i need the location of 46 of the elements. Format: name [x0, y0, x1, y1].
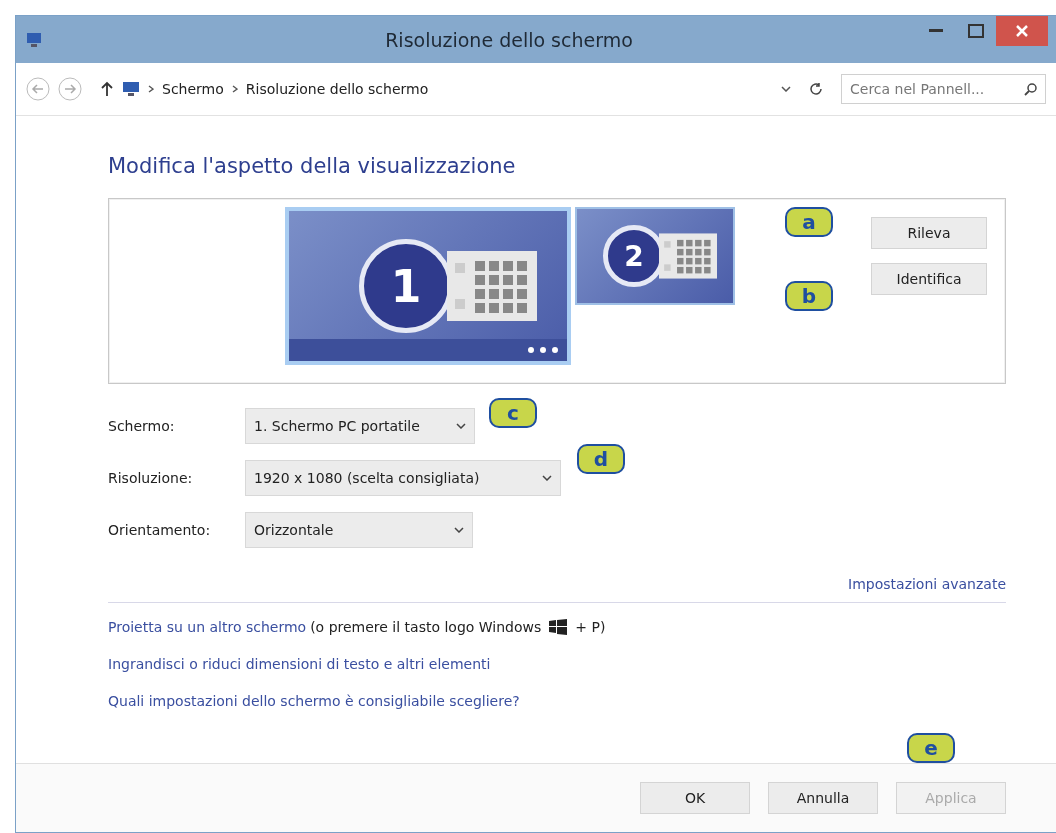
help-link[interactable]: Ingrandisci o riduci dimensioni di testo e altri elementi — [108, 656, 1006, 672]
advanced-settings-link[interactable]: Impostazioni avanzate — [848, 576, 1006, 592]
close-button[interactable] — [996, 16, 1048, 46]
dropdown[interactable]: Orizzontale — [245, 512, 473, 548]
grid-icon — [659, 233, 717, 279]
dropdown[interactable]: 1920 x 1080 (scelta consigliata) — [245, 460, 561, 496]
minimize-icon[interactable] — [929, 29, 943, 33]
dropdown[interactable]: 1. Schermo PC portatile — [245, 408, 475, 444]
callout-badge: b — [785, 281, 833, 311]
button[interactable]: Rileva — [871, 217, 987, 249]
monitor[interactable]: 1 — [285, 207, 571, 365]
shortcut-note: + P) — [575, 619, 606, 635]
chevron-right-icon — [231, 85, 238, 93]
grid-icon — [447, 251, 537, 321]
page-heading: Modifica l'aspetto della visualizzazione — [108, 154, 517, 178]
maximize-icon[interactable] — [968, 24, 984, 38]
chevron-down-icon — [542, 475, 552, 481]
callout-badge: e — [907, 733, 955, 763]
callout-badge: a — [785, 207, 833, 237]
search-icon — [1024, 82, 1038, 96]
button[interactable]: Identifica — [871, 263, 987, 295]
chevron-down-icon — [456, 423, 466, 429]
field-label: Schermo: — [108, 418, 175, 434]
help-link[interactable]: Quali impostazioni dello schermo è consigliabile scegliere? — [108, 693, 1006, 709]
monitor-icon — [122, 81, 140, 97]
button[interactable]: OK — [640, 782, 750, 814]
chevron-down-icon[interactable] — [781, 86, 791, 92]
monitor-icon — [26, 31, 42, 48]
windows-logo-icon — [549, 619, 568, 635]
search-field[interactable]: Cerca nel Pannell... — [841, 74, 1046, 104]
button[interactable]: Annulla — [768, 782, 878, 814]
project-link[interactable]: Proietta su un altro schermo — [108, 619, 307, 635]
shortcut-note: (o premere il tasto logo Windows — [310, 619, 542, 635]
close-icon — [1016, 25, 1028, 37]
field-label: Risoluzione: — [108, 470, 193, 486]
callout-badge: d — [577, 444, 625, 474]
callout-badge: c — [489, 398, 537, 428]
separator-icon — [148, 85, 154, 93]
refresh-icon[interactable] — [809, 82, 823, 96]
up-arrow-icon[interactable] — [100, 81, 114, 97]
breadcrumb-item[interactable]: Risoluzione dello schermo — [245, 81, 429, 97]
monitor[interactable]: 2 — [575, 207, 735, 305]
window-title: Risoluzione dello schermo — [384, 28, 634, 51]
breadcrumb-item[interactable]: Schermo — [162, 81, 224, 97]
field-label: Orientamento: — [108, 522, 211, 538]
chevron-down-icon — [454, 527, 464, 533]
